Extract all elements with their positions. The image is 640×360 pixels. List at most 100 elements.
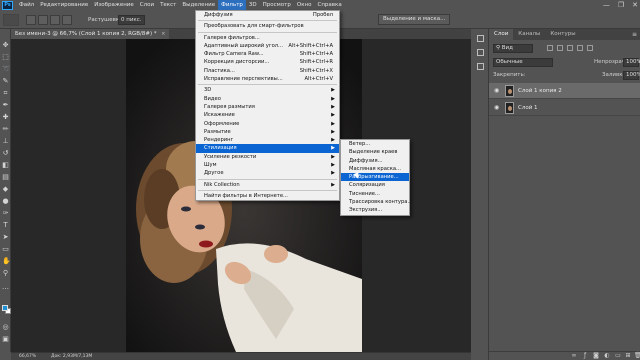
tab-layers[interactable]: Слои [489,29,514,40]
blur-tool-icon[interactable]: ◆ [2,186,9,193]
filter-menu-item[interactable]: Найти фильтры в Интернете... [196,192,339,200]
subtract-selection-icon[interactable] [50,15,60,25]
foreground-color-swatch[interactable] [2,305,8,311]
gradient-tool-icon[interactable]: ▤ [2,174,9,181]
filter-menu-item[interactable]: Адаптивный широкий угол... Alt+Shift+Ctrl… [196,42,339,50]
close-document-icon[interactable]: × [161,29,166,39]
history-brush-tool-icon[interactable]: ↺ [2,150,9,157]
filter-menu-item[interactable]: Исправление перспективы... Alt+Ctrl+V [196,75,339,83]
adjustment-layer-icon[interactable]: ◐ [604,353,610,359]
add-mask-icon[interactable]: ◙ [593,353,599,359]
stylize-menu-item[interactable]: Соляризация [341,181,409,189]
menu-item-label: Найти фильтры в Интернете... [204,192,288,199]
move-tool-icon[interactable]: ✥ [2,42,9,49]
link-layers-icon[interactable]: ∞ [571,353,577,359]
filter-menu-item[interactable]: Искажение ▶ [196,111,339,119]
filter-menu-item[interactable]: Другое ▶ [196,169,339,177]
dodge-tool-icon[interactable]: ● [2,198,9,205]
layer-row[interactable]: ◉ Слой 1 [489,100,640,116]
blend-mode-select[interactable]: Обычные [493,58,553,67]
filter-menu-item[interactable]: Видео ▶ [196,95,339,103]
select-and-mask-button[interactable]: Выделение и маска... [378,14,451,25]
zoom-tool-icon[interactable]: ⚲ [2,270,9,277]
quick-select-tool-icon[interactable]: ✎ [2,78,9,85]
properties-panel-icon[interactable] [477,49,484,56]
brush-tool-icon[interactable]: ✏ [2,126,9,133]
stylize-menu-item[interactable]: Ветер... [341,140,409,148]
filter-menu-item[interactable]: Размытие ▶ [196,128,339,136]
stylize-menu-item[interactable]: Экструзия... [341,206,409,214]
filter-menu-item[interactable]: Оформление ▶ [196,120,339,128]
new-selection-icon[interactable] [26,15,36,25]
shape-filter-icon[interactable] [577,45,583,51]
document-tab[interactable]: Без имени-3 @ 66,7% (Слой 1 копия 2, RGB… [11,29,169,39]
filter-menu-item[interactable]: Галерея фильтров... [196,34,339,42]
close-icon[interactable]: ✕ [632,1,638,10]
eraser-tool-icon[interactable]: ◧ [2,162,9,169]
filter-menu-item[interactable]: Диффузия Пробел [196,11,339,19]
marquee-tool-icon[interactable]: ⬚ [2,54,9,61]
filter-menu-item[interactable]: Усиление резкости ▶ [196,153,339,161]
filter-menu-item[interactable]: Рендеринг ▶ [196,136,339,144]
history-panel-icon[interactable] [477,35,484,42]
visibility-eye-icon[interactable]: ◉ [494,105,499,111]
filter-menu-item[interactable]: Преобразовать для смарт-фильтров [196,22,339,30]
adjustment-filter-icon[interactable] [557,45,563,51]
new-layer-icon[interactable]: ⊞ [625,353,631,359]
menu-layers[interactable]: Слои [137,0,157,11]
delete-layer-icon[interactable]: 🗑 [634,353,640,359]
minimize-icon[interactable]: — [603,1,610,10]
filter-kind-select[interactable]: ⚲ Вид [493,44,533,53]
panel-menu-icon[interactable]: ≡ [632,31,637,38]
filter-menu-item[interactable]: Галерея размытия ▶ [196,103,339,111]
stylize-menu-item[interactable]: Выделение краев [341,148,409,156]
add-selection-icon[interactable] [38,15,48,25]
path-select-tool-icon[interactable]: ➤ [2,234,9,241]
filter-menu-item[interactable]: Шум ▶ [196,161,339,169]
type-filter-icon[interactable] [567,45,573,51]
type-tool-icon[interactable]: T [2,222,9,229]
tool-preset-icon[interactable] [3,14,19,26]
stylize-menu-item[interactable]: Масляная краска... [341,165,409,173]
fill-input[interactable]: 100% [623,71,640,80]
healing-tool-icon[interactable]: ✚ [2,114,9,121]
feather-input[interactable]: 0 пикс. [118,15,145,25]
restore-icon[interactable]: ❐ [618,1,624,10]
stamp-tool-icon[interactable]: ⊥ [2,138,9,145]
opacity-input[interactable]: 100% [623,58,640,67]
pixel-filter-icon[interactable] [547,45,553,51]
more-tools-icon[interactable]: … [2,284,9,291]
stylize-menu-item[interactable]: Трассировка контура... [341,198,412,206]
layer-style-icon[interactable]: ƒ [582,353,588,359]
pen-tool-icon[interactable]: ✑ [2,210,9,217]
quick-mask-icon[interactable]: ◎ [2,324,9,331]
menu-image[interactable]: Изображение [91,0,137,11]
tab-paths[interactable]: Контуры [545,29,580,40]
filter-menu-item[interactable]: Фильтр Camera Raw... Shift+Ctrl+A [196,50,339,58]
visibility-eye-icon[interactable]: ◉ [494,88,499,94]
intersect-selection-icon[interactable] [62,15,72,25]
filter-menu-item[interactable]: Стилизация ▶ [196,144,339,153]
adjustments-panel-icon[interactable] [477,63,484,70]
filter-menu-item[interactable]: 3D ▶ [196,86,339,94]
menu-type[interactable]: Текст [157,0,179,11]
eyedropper-tool-icon[interactable]: ✒ [2,102,9,109]
filter-menu-item[interactable]: Пластика... Shift+Ctrl+X [196,67,339,75]
crop-tool-icon[interactable]: ⌗ [2,90,9,97]
screen-mode-icon[interactable]: ▣ [2,336,9,343]
menu-edit[interactable]: Редактирование [37,0,91,11]
menu-file[interactable]: Файл [16,0,37,11]
zoom-level[interactable]: 66,67% [19,353,36,360]
smart-object-filter-icon[interactable] [587,45,593,51]
stylize-menu-item[interactable]: Разбрызгивание... [341,173,409,182]
hand-tool-icon[interactable]: ✋ [2,258,11,265]
new-group-icon[interactable]: ▭ [615,353,621,359]
filter-menu-item[interactable]: Nik Collection ▶ [196,181,339,189]
tab-channels[interactable]: Каналы [513,29,545,40]
filter-menu-item[interactable]: Коррекция дисторсии... Shift+Ctrl+R [196,58,339,66]
layer-row[interactable]: ◉ Слой 1 копия 2 [489,83,640,99]
stylize-menu-item[interactable]: Тиснение... [341,190,409,198]
shape-tool-icon[interactable]: ▭ [2,246,9,253]
stylize-menu-item[interactable]: Диффузия... [341,157,409,165]
lasso-tool-icon[interactable]: ➰ [2,66,11,73]
